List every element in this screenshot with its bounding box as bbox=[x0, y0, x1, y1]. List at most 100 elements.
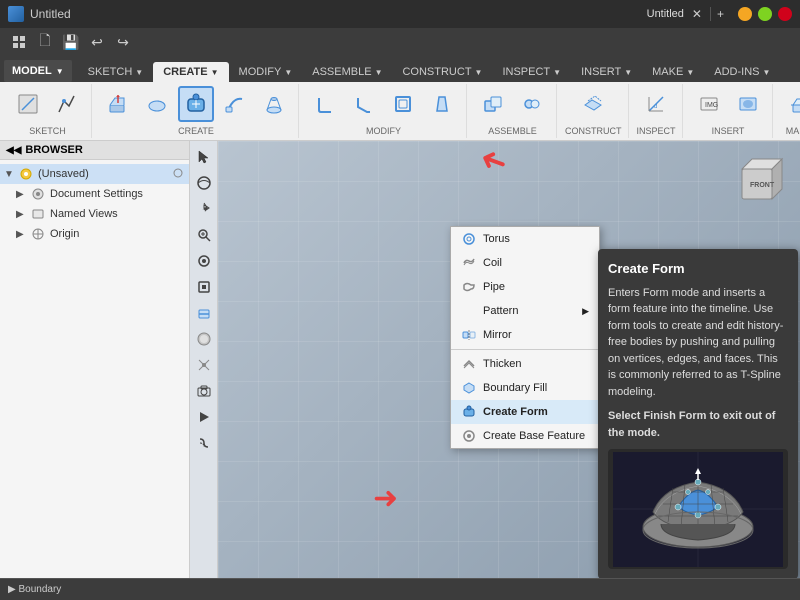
menu-item-mirror[interactable]: Mirror bbox=[451, 323, 599, 347]
grid-display-btn[interactable] bbox=[192, 353, 216, 377]
minimize-btn[interactable] bbox=[738, 7, 752, 21]
grid-view-btn[interactable] bbox=[8, 31, 30, 53]
main-area: ◀◀ BROWSER ▼ (Unsaved) ▶ Docum bbox=[0, 141, 800, 578]
menu-item-coil[interactable]: Coil bbox=[451, 251, 599, 275]
menu-item-pattern[interactable]: Pattern ▶ bbox=[451, 299, 599, 323]
createform-label: Create Form bbox=[483, 406, 548, 418]
browser-label: BROWSER bbox=[25, 144, 82, 156]
tab-assemble[interactable]: ASSEMBLE▼ bbox=[302, 62, 392, 82]
3dprint-btn[interactable] bbox=[781, 86, 800, 122]
mirror-icon bbox=[461, 327, 477, 343]
boundaryfill-label: Boundary Fill bbox=[483, 382, 547, 394]
boundaryfill-icon bbox=[461, 380, 477, 396]
tree-expand-docsettings[interactable]: ▶ bbox=[16, 189, 28, 200]
tab-sketch[interactable]: SKETCH▼ bbox=[78, 62, 154, 82]
orbit-btn[interactable] bbox=[192, 171, 216, 195]
status-bar: ▶ Boundary bbox=[0, 578, 800, 600]
mode-selector[interactable]: MODEL ▼ bbox=[4, 60, 72, 82]
menu-item-boundaryfill[interactable]: Boundary Fill bbox=[451, 376, 599, 400]
tree-label-unsaved: (Unsaved) bbox=[38, 168, 89, 180]
tab-modify[interactable]: MODIFY▼ bbox=[229, 62, 303, 82]
pan-btn[interactable]: ✦ bbox=[192, 197, 216, 221]
sketch-btn[interactable] bbox=[10, 86, 46, 122]
tree-label-origin: Origin bbox=[50, 228, 79, 240]
select-tool-btn[interactable] bbox=[192, 145, 216, 169]
save-btn[interactable]: 💾 bbox=[60, 31, 82, 53]
window-controls bbox=[738, 7, 792, 21]
joint-btn[interactable] bbox=[514, 86, 550, 122]
chamfer-btn[interactable] bbox=[346, 86, 382, 122]
shell-btn[interactable] bbox=[385, 86, 421, 122]
menu-divider-1 bbox=[451, 349, 599, 350]
tree-item-unsaved[interactable]: ▼ (Unsaved) bbox=[0, 164, 189, 184]
canvas-btn[interactable]: IMG bbox=[691, 86, 727, 122]
svg-text:FRONT: FRONT bbox=[750, 182, 775, 189]
spring-btn[interactable] bbox=[192, 431, 216, 455]
extrude-btn[interactable] bbox=[100, 86, 136, 122]
create-dropdown-menu: Torus Coil Pipe Pattern ▶ bbox=[450, 226, 600, 449]
thicken-label: Thicken bbox=[483, 358, 522, 370]
create-sketch-btn[interactable] bbox=[49, 86, 85, 122]
tree-expand-unsaved[interactable]: ▼ bbox=[4, 169, 16, 180]
new-tab-btn[interactable]: + bbox=[710, 7, 730, 21]
make-group-label: MAKE bbox=[786, 126, 800, 136]
mode-label: MODEL bbox=[12, 65, 52, 77]
menu-item-createform[interactable]: Create Form bbox=[451, 400, 599, 424]
tab-label: Untitled bbox=[647, 8, 684, 20]
view-cube[interactable]: FRONT bbox=[732, 149, 792, 209]
tree-icon-origin bbox=[30, 226, 46, 242]
new-doc-btn[interactable]: 🗋 bbox=[34, 31, 56, 53]
close-btn[interactable] bbox=[778, 7, 792, 21]
draft-btn[interactable] bbox=[424, 86, 460, 122]
offset-plane-btn[interactable] bbox=[575, 86, 611, 122]
zoom-btn[interactable] bbox=[192, 223, 216, 247]
viewport[interactable]: FRONT Torus Coil Pipe bbox=[218, 141, 800, 578]
look-at-btn[interactable] bbox=[192, 249, 216, 273]
create-group-label: CREATE bbox=[178, 126, 214, 136]
menu-item-createbase[interactable]: Create Base Feature bbox=[451, 424, 599, 448]
decal-btn[interactable] bbox=[730, 86, 766, 122]
measure-btn[interactable]: d bbox=[638, 86, 674, 122]
pattern-icon bbox=[461, 303, 477, 319]
tab-inspect[interactable]: INSPECT▼ bbox=[492, 62, 571, 82]
tree-icon-namedviews bbox=[30, 206, 46, 222]
redo-btn[interactable]: ↪ bbox=[112, 31, 134, 53]
tab-make[interactable]: MAKE▼ bbox=[642, 62, 704, 82]
tree-item-namedviews[interactable]: ▶ Named Views bbox=[0, 204, 189, 224]
tree-item-docsettings[interactable]: ▶ Document Settings bbox=[0, 184, 189, 204]
createbase-icon bbox=[461, 428, 477, 444]
form-btn[interactable] bbox=[178, 86, 214, 122]
menu-item-pipe[interactable]: Pipe bbox=[451, 275, 599, 299]
camera-btn[interactable] bbox=[192, 379, 216, 403]
tab-construct[interactable]: CONSTRUCT▼ bbox=[392, 62, 492, 82]
tab-create[interactable]: CREATE▼ bbox=[153, 62, 228, 82]
status-text: ▶ Boundary bbox=[8, 584, 61, 595]
tab-addins[interactable]: ADD-INS▼ bbox=[704, 62, 780, 82]
new-component-btn[interactable] bbox=[475, 86, 511, 122]
simulation-btn[interactable] bbox=[192, 405, 216, 429]
tree-expand-namedviews[interactable]: ▶ bbox=[16, 209, 28, 220]
tab-insert[interactable]: INSERT▼ bbox=[571, 62, 642, 82]
undo-btn[interactable]: ↩ bbox=[86, 31, 108, 53]
menu-item-torus[interactable]: Torus bbox=[451, 227, 599, 251]
sweep-btn[interactable] bbox=[217, 86, 253, 122]
visual-style-btn[interactable] bbox=[192, 327, 216, 351]
tab-close[interactable]: ✕ bbox=[688, 7, 706, 21]
mirror-label: Mirror bbox=[483, 329, 512, 341]
title-bar: Untitled Untitled ✕ + bbox=[0, 0, 800, 28]
section-analysis-btn[interactable] bbox=[192, 301, 216, 325]
tree-icon-unsaved bbox=[18, 166, 34, 182]
app-icon bbox=[8, 6, 24, 22]
create-solids-group: CREATE bbox=[94, 84, 299, 138]
menu-item-thicken[interactable]: Thicken bbox=[451, 352, 599, 376]
browser-collapse-btn[interactable]: ◀◀ bbox=[6, 145, 21, 156]
tooltip-body2: Select Finish Form to exit out of the mo… bbox=[608, 408, 788, 441]
fit-view-btn[interactable] bbox=[192, 275, 216, 299]
loft-btn[interactable] bbox=[256, 86, 292, 122]
construct-group-label: CONSTRUCT bbox=[565, 126, 622, 136]
maximize-btn[interactable] bbox=[758, 7, 772, 21]
tree-item-origin[interactable]: ▶ Origin bbox=[0, 224, 189, 244]
revolve-btn[interactable] bbox=[139, 86, 175, 122]
tree-expand-origin[interactable]: ▶ bbox=[16, 229, 28, 240]
fillet-btn[interactable] bbox=[307, 86, 343, 122]
